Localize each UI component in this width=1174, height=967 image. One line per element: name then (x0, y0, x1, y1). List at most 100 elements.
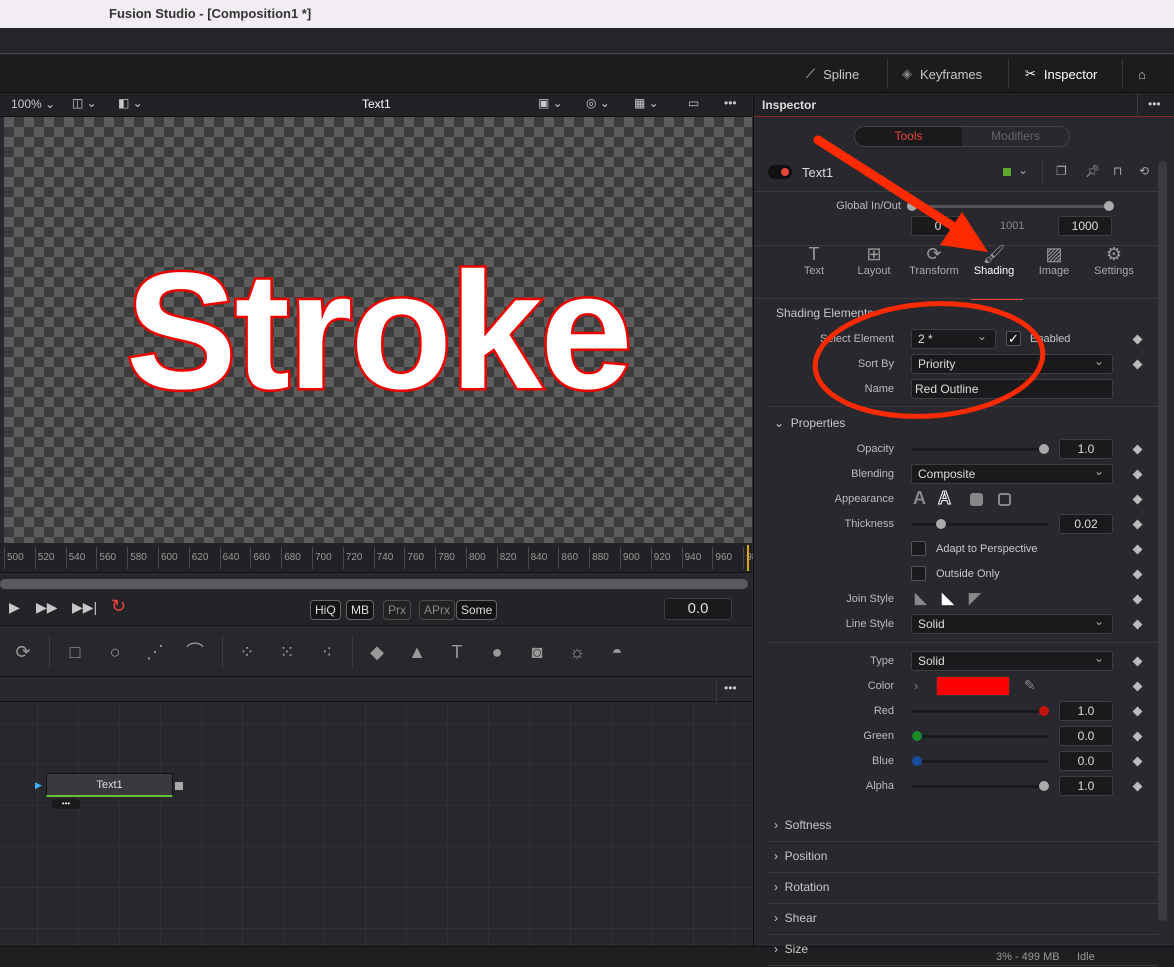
current-time-field[interactable]: 0.0 (664, 598, 732, 620)
node-editor[interactable] (0, 702, 752, 946)
reset-icon[interactable]: ⟲ (1139, 164, 1149, 178)
transform-tool-icon[interactable]: ⟳ (10, 639, 36, 665)
split-view-icon[interactable]: ◫ ⌄ (72, 96, 97, 110)
node-output-icon[interactable] (175, 782, 183, 790)
red-field[interactable]: 1.0 (1059, 701, 1113, 721)
loop-button[interactable]: ↻ (111, 596, 126, 617)
appearance-border-fill-icon[interactable] (970, 493, 983, 506)
tab-text[interactable]: T Text (784, 243, 844, 277)
roi-icon[interactable]: ◧ ⌄ (118, 96, 143, 110)
rectangle-mask-icon[interactable]: □ (62, 639, 88, 665)
eyedropper-icon[interactable]: ✎ (1024, 677, 1036, 694)
more-icon[interactable]: ••• (724, 96, 737, 110)
thickness-field[interactable]: 0.02 (1059, 514, 1113, 534)
merge-3d-icon[interactable]: ● (484, 639, 510, 665)
keyframe-icon[interactable] (1132, 469, 1143, 480)
light-3d-icon[interactable]: ☼ (564, 639, 590, 665)
lock-icon[interactable]: ⊓ (1113, 164, 1122, 178)
inspector-scrollbar[interactable] (1158, 161, 1167, 921)
time-ruler[interactable]: 500 520 540 560 580 600 620 640 660 680 700 720 740 7… (0, 543, 763, 573)
blending-dropdown[interactable]: Composite (911, 462, 1113, 484)
green-field[interactable]: 0.0 (1059, 726, 1113, 746)
particle-render-icon[interactable]: ⁙ (274, 639, 300, 665)
camera-3d-icon[interactable]: ◙ (524, 639, 550, 665)
more-icon[interactable]: ••• (1148, 97, 1161, 111)
keyframe-icon[interactable] (1132, 781, 1143, 792)
grid-icon[interactable]: ▦ ⌄ (634, 96, 659, 110)
keyframes-button[interactable]: ◈ Keyframes (902, 55, 982, 93)
renderer-3d-icon[interactable]: ◓ (604, 639, 630, 665)
appearance-text-outline-icon[interactable]: A (938, 488, 952, 509)
tool-enable-toggle[interactable] (768, 165, 792, 179)
text1-node[interactable]: Text1 (46, 773, 173, 797)
keyframe-icon[interactable] (1132, 359, 1143, 370)
tab-transform[interactable]: ⟳ Transform (904, 243, 964, 277)
timeline-scrollbar[interactable] (0, 579, 748, 589)
zoom-select[interactable]: 100% ⌄ (11, 97, 55, 111)
tab-settings[interactable]: ⚙ Settings (1084, 243, 1144, 277)
fast-forward-button[interactable]: ▶▶ (36, 599, 58, 616)
node-options-icon[interactable]: ••• (52, 799, 80, 809)
image-plane-3d-icon[interactable]: ◆ (364, 639, 390, 665)
prx-button[interactable]: Prx (383, 600, 411, 620)
join-miter-icon[interactable]: ◤ (969, 589, 981, 607)
spline-button[interactable]: ⟋ Spline (806, 55, 859, 93)
ellipse-mask-icon[interactable]: ○ (102, 639, 128, 665)
color-channels-icon[interactable]: ◎ ⌄ (586, 96, 610, 110)
global-out-field[interactable]: 1000 (1058, 216, 1112, 236)
chevron-right-icon[interactable]: › (914, 679, 918, 693)
mb-button[interactable]: MB (346, 600, 374, 620)
particle-icon[interactable]: ⁖ (314, 639, 340, 665)
outside-only-checkbox[interactable] (911, 566, 926, 581)
keyframe-icon[interactable] (1132, 594, 1143, 605)
section-shear[interactable]: › Shear (774, 911, 817, 925)
some-button[interactable]: Some (456, 600, 498, 620)
section-rotation[interactable]: › Rotation (774, 880, 829, 894)
keyframe-icon[interactable] (1132, 494, 1143, 505)
pin-icon[interactable]: 📌︎ (1085, 164, 1100, 178)
tab-modifiers[interactable]: Modifiers (962, 127, 1069, 146)
particle-emitter-icon[interactable]: ⁘ (234, 639, 260, 665)
blue-field[interactable]: 0.0 (1059, 751, 1113, 771)
keyframe-icon[interactable] (1132, 334, 1143, 345)
go-to-end-button[interactable]: ▶▶| (72, 599, 97, 616)
keyframe-icon[interactable] (1132, 544, 1143, 555)
join-bevel-icon[interactable]: ◣ (942, 589, 954, 607)
tab-tools[interactable]: Tools (855, 127, 962, 146)
section-position[interactable]: › Position (774, 849, 827, 863)
alpha-slider[interactable] (912, 781, 1049, 791)
more-icon[interactable]: ••• (724, 681, 737, 695)
alpha-field[interactable]: 1.0 (1059, 776, 1113, 796)
play-button[interactable]: ▶ (9, 599, 20, 616)
enabled-checkbox[interactable]: ✓ (1006, 331, 1021, 346)
section-size[interactable]: › Size (774, 942, 808, 956)
keyframe-icon[interactable] (1132, 731, 1143, 742)
color-swatch[interactable] (936, 676, 1010, 696)
thickness-slider[interactable] (912, 519, 1048, 529)
checker-icon[interactable]: ▣ ⌄ (538, 96, 563, 110)
node-input-icon[interactable]: ▶ (35, 780, 42, 791)
keyframe-icon[interactable] (1132, 756, 1143, 767)
layout-toggle-button[interactable]: ⌂ (1138, 55, 1146, 93)
green-slider[interactable] (912, 731, 1048, 741)
hiq-button[interactable]: HiQ (310, 600, 341, 620)
join-round-icon[interactable]: ◣ (915, 589, 927, 607)
name-input[interactable]: Red Outline (911, 379, 1113, 399)
bspline-mask-icon[interactable]: ⌒ (182, 639, 208, 665)
properties-section[interactable]: ⌄ Properties (774, 416, 845, 430)
viewer-canvas[interactable]: Stroke (4, 117, 752, 543)
keyframe-icon[interactable] (1132, 519, 1143, 530)
global-inout-slider[interactable] (907, 201, 1114, 211)
inspector-button[interactable]: ✂ Inspector (1025, 55, 1097, 93)
opacity-slider[interactable] (912, 444, 1049, 454)
sort-by-dropdown[interactable]: Priority (911, 352, 1113, 374)
select-element-dropdown[interactable]: 2 * (911, 327, 996, 349)
polygon-mask-icon[interactable]: ⋰ (142, 639, 168, 665)
type-dropdown[interactable]: Solid (911, 649, 1113, 671)
shape-3d-icon[interactable]: ▲ (404, 639, 430, 665)
keyframe-icon[interactable] (1132, 656, 1143, 667)
keyframe-icon[interactable] (1132, 706, 1143, 717)
keyframe-icon[interactable] (1132, 619, 1143, 630)
appearance-border-outline-icon[interactable] (998, 493, 1011, 506)
chevron-down-icon[interactable]: ⌄ (1018, 163, 1028, 177)
